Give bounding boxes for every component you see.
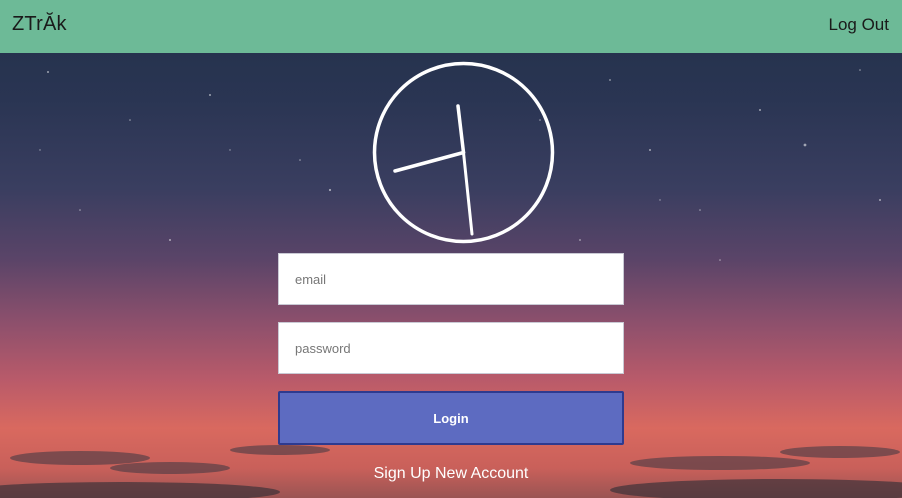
password-field[interactable] bbox=[278, 322, 624, 374]
login-button[interactable]: Login bbox=[278, 391, 624, 445]
email-field[interactable] bbox=[278, 253, 624, 305]
brand-logo[interactable]: ZTrĂk bbox=[12, 13, 67, 36]
signup-link[interactable]: Sign Up New Account bbox=[0, 465, 902, 483]
logout-link[interactable]: Log Out bbox=[829, 15, 890, 35]
top-navbar: ZTrĂk Log Out bbox=[0, 0, 902, 53]
clock-icon bbox=[372, 61, 555, 244]
